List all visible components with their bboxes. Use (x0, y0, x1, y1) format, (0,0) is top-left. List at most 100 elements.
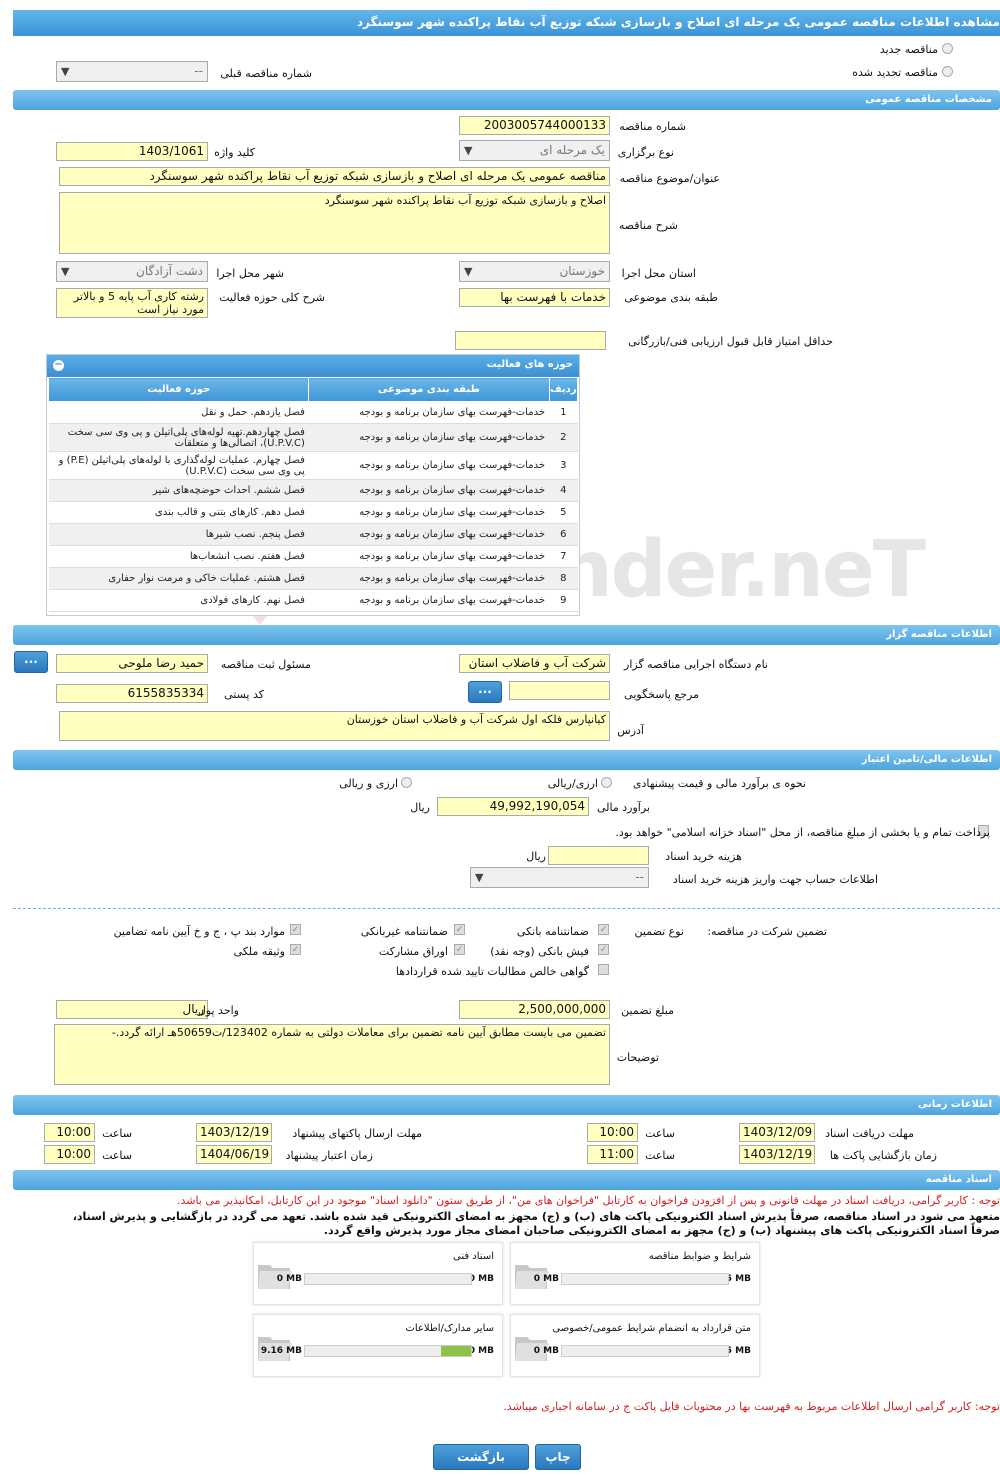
city-select[interactable]: ▼ دشت آزادگان (56, 261, 208, 282)
file-card-technical[interactable]: اسناد فنی 50 MB 0 MB (253, 1242, 503, 1305)
file-card-contract[interactable]: متن قرارداد به انضمام شرایط عمومی/خصوصی … (510, 1314, 760, 1377)
clause-label: موارد بند پ ، ج و خ آیین نامه تضامین (113, 925, 285, 938)
clause-checkbox[interactable]: ✓ (290, 924, 301, 935)
bank-guarantee-checkbox[interactable]: ✓ (598, 924, 609, 935)
cell-n: 3 (549, 451, 578, 480)
currency-field: ریال (56, 1000, 208, 1019)
file-card-terms[interactable]: شرایط و ضوابط مناقصه 5 MB 0 MB (510, 1242, 760, 1305)
file-current-size: 0 MB (533, 1346, 559, 1356)
valid-date-field: 1404/06/19 (196, 1145, 272, 1164)
open-time-field: 11:00 (587, 1145, 638, 1164)
collapse-icon[interactable]: − (53, 360, 64, 371)
city-label: شهر محل اجرا (216, 267, 284, 280)
new-tender-label: مناقصه جدید (879, 43, 938, 56)
cell-area: فصل چهاردهم.تهیه لوله‌های پلی‌اتیلن و پی… (48, 423, 309, 452)
keyword-field: 1403/1061 (56, 142, 208, 161)
currency-and-rial-radio[interactable] (401, 777, 412, 788)
valid-date-label: زمان اعتبار پیشنهاد (285, 1149, 373, 1162)
cell-n: 7 (549, 545, 578, 568)
col-area: حوزه فعالیت (47, 377, 310, 402)
file-current-size: 0 MB (276, 1274, 302, 1284)
org-label: نام دستگاه اجرایی مناقصه گزار (624, 658, 768, 671)
general-header: مشخصات مناقصه عمومی (13, 90, 1000, 110)
file-progress (304, 1273, 472, 1285)
nonbank-guarantee-checkbox[interactable]: ✓ (454, 924, 465, 935)
send-date-label: مهلت ارسال پاکتهای پیشنهاد (292, 1127, 422, 1140)
chevron-down-icon: ▼ (464, 265, 473, 278)
open-date-label: زمان بازگشایی پاکت ها (829, 1149, 937, 1162)
cell-area: فصل چهارم. عملیات لوله‌گذاری با لوله‌های… (48, 451, 309, 480)
responsible-label: مسئول ثبت مناقصه (220, 658, 311, 671)
docs-note-3: صرفاً اسناد الکترونیکی پاکت های پیشنهاد … (323, 1224, 1000, 1237)
print-button[interactable]: چاپ (535, 1444, 581, 1470)
estimate-field: 49,992,190,054 (437, 797, 589, 816)
cell-cat: خدمات-فهرست بهای سازمان برنامه و بودجه (308, 545, 549, 568)
address-field: کیانپارس فلکه اول شرکت آب و فاضلاب استان… (59, 711, 610, 741)
file-title: متن قرارداد به انضمام شرایط عمومی/خصوصی (552, 1323, 751, 1334)
new-tender-radio[interactable] (942, 43, 953, 54)
property-checkbox[interactable]: ✓ (290, 944, 301, 955)
col-category: طبقه بندی موضوعی (308, 377, 550, 402)
tender-type-select[interactable]: ▼ یک مرحله ای (459, 140, 610, 161)
table-row: فصل پنجم. نصب شیرها خدمات-فهرست بهای سازم… (48, 523, 578, 546)
open-date-field: 1403/12/19 (739, 1145, 815, 1164)
guarantee-amount-label: مبلغ تضمین (621, 1004, 674, 1017)
subject-field: مناقصه عمومی یک مرحله ای اصلاح و بازسازی… (59, 167, 610, 186)
file-card-other[interactable]: سایر مدارک/اطلاعات 50 MB 9.16 MB (253, 1314, 503, 1377)
cell-area: فصل دهم. کارهای بتنی و قالب بندی (48, 501, 309, 524)
renewed-tender-label: مناقصه تجدید شده (852, 66, 938, 79)
valid-time-label: ساعت (102, 1149, 132, 1162)
guarantee-notes-label: توضیحات (616, 1051, 659, 1064)
file-title: شرایط و ضوابط مناقصه (648, 1251, 751, 1262)
description-field: اصلاح و بازسازی شبکه توزیع آب نقاط پراکن… (59, 192, 610, 254)
cell-area: فصل هفتم. نصب انشعاب‌ها (48, 545, 309, 568)
min-score-field (455, 331, 606, 350)
activities-table: حوزه فعالیت طبقه بندی موضوعی ردیف فصل یا… (47, 377, 578, 612)
cell-cat: خدمات-فهرست بهای سازمان برنامه و بودجه (308, 479, 549, 502)
min-score-label: حداقل امتیاز قابل قبول ارزیابی فنی/بازرگ… (628, 335, 833, 348)
bank-guarantee-label: ضمانتنامه بانکی (516, 925, 589, 938)
cell-cat: خدمات-فهرست بهای سازمان برنامه و بودجه (308, 423, 549, 452)
estimate-label: برآورد مالی (597, 801, 650, 814)
account-select[interactable]: ▼ -- (470, 867, 649, 888)
cell-n: 2 (549, 423, 578, 452)
estimate-unit: ریال (410, 801, 430, 814)
claims-certificate-checkbox[interactable] (598, 964, 609, 975)
reference-more-button[interactable]: ... (468, 681, 502, 703)
table-row: فصل چهارم. عملیات لوله‌گذاری با لوله‌های… (48, 451, 578, 480)
file-title: سایر مدارک/اطلاعات (405, 1323, 494, 1334)
currency-rial-radio[interactable] (601, 777, 612, 788)
subject-label: عنوان/موضوع مناقصه (619, 172, 720, 185)
cell-cat: خدمات-فهرست بهای سازمان برنامه و بودجه (308, 523, 549, 546)
cash-receipt-checkbox[interactable]: ✓ (598, 944, 609, 955)
receive-time-label: ساعت (645, 1127, 675, 1140)
file-progress (561, 1345, 729, 1357)
guarantee-title: تضمین شرکت در مناقصه: (707, 925, 827, 938)
doc-cost-field (548, 846, 649, 865)
doc-cost-label: هزینه خرید اسناد (665, 850, 742, 863)
tender-number-label: شماره مناقصه (619, 120, 686, 133)
org-field: شرکت آب و فاضلاب استان (459, 654, 610, 673)
prev-tender-select[interactable]: ▼ -- (56, 61, 208, 82)
table-row: فصل هشتم. عملیات خاکی و مرمت نوار حفاری خ… (48, 567, 578, 590)
reference-label: مرجع پاسخگویی (624, 688, 699, 701)
currency-rial-label: ارزی/ریالی (547, 777, 598, 790)
finance-header: اطلاعات مالی/تامین اعتبار (13, 750, 1000, 770)
postal-code-field: 6155835334 (56, 684, 208, 703)
file-progress (304, 1345, 472, 1357)
file-current-size: 0 MB (533, 1274, 559, 1284)
islamic-treasury-label: پرداخت تمام و یا بخشی از مبلغ مناقصه، از… (615, 826, 990, 839)
doc-cost-unit: ریال (526, 850, 546, 863)
property-label: وثیقه ملکی (233, 945, 285, 958)
responsible-more-button[interactable]: ... (14, 651, 48, 673)
back-button[interactable]: بازگشت (433, 1444, 529, 1470)
responsible-field: حمید رضا ملوحی (56, 654, 208, 673)
bonds-checkbox[interactable]: ✓ (454, 944, 465, 955)
prev-tender-label: شماره مناقصه قبلی (220, 67, 312, 80)
renewed-tender-radio[interactable] (942, 66, 953, 77)
cell-n: 5 (549, 501, 578, 524)
province-select[interactable]: ▼ خوزستان (459, 261, 610, 282)
table-row: فصل هفتم. نصب انشعاب‌ها خدمات-فهرست بهای … (48, 545, 578, 568)
cell-n: 8 (549, 567, 578, 590)
cash-receipt-label: فیش بانکی (وجه نقد) (490, 945, 589, 958)
